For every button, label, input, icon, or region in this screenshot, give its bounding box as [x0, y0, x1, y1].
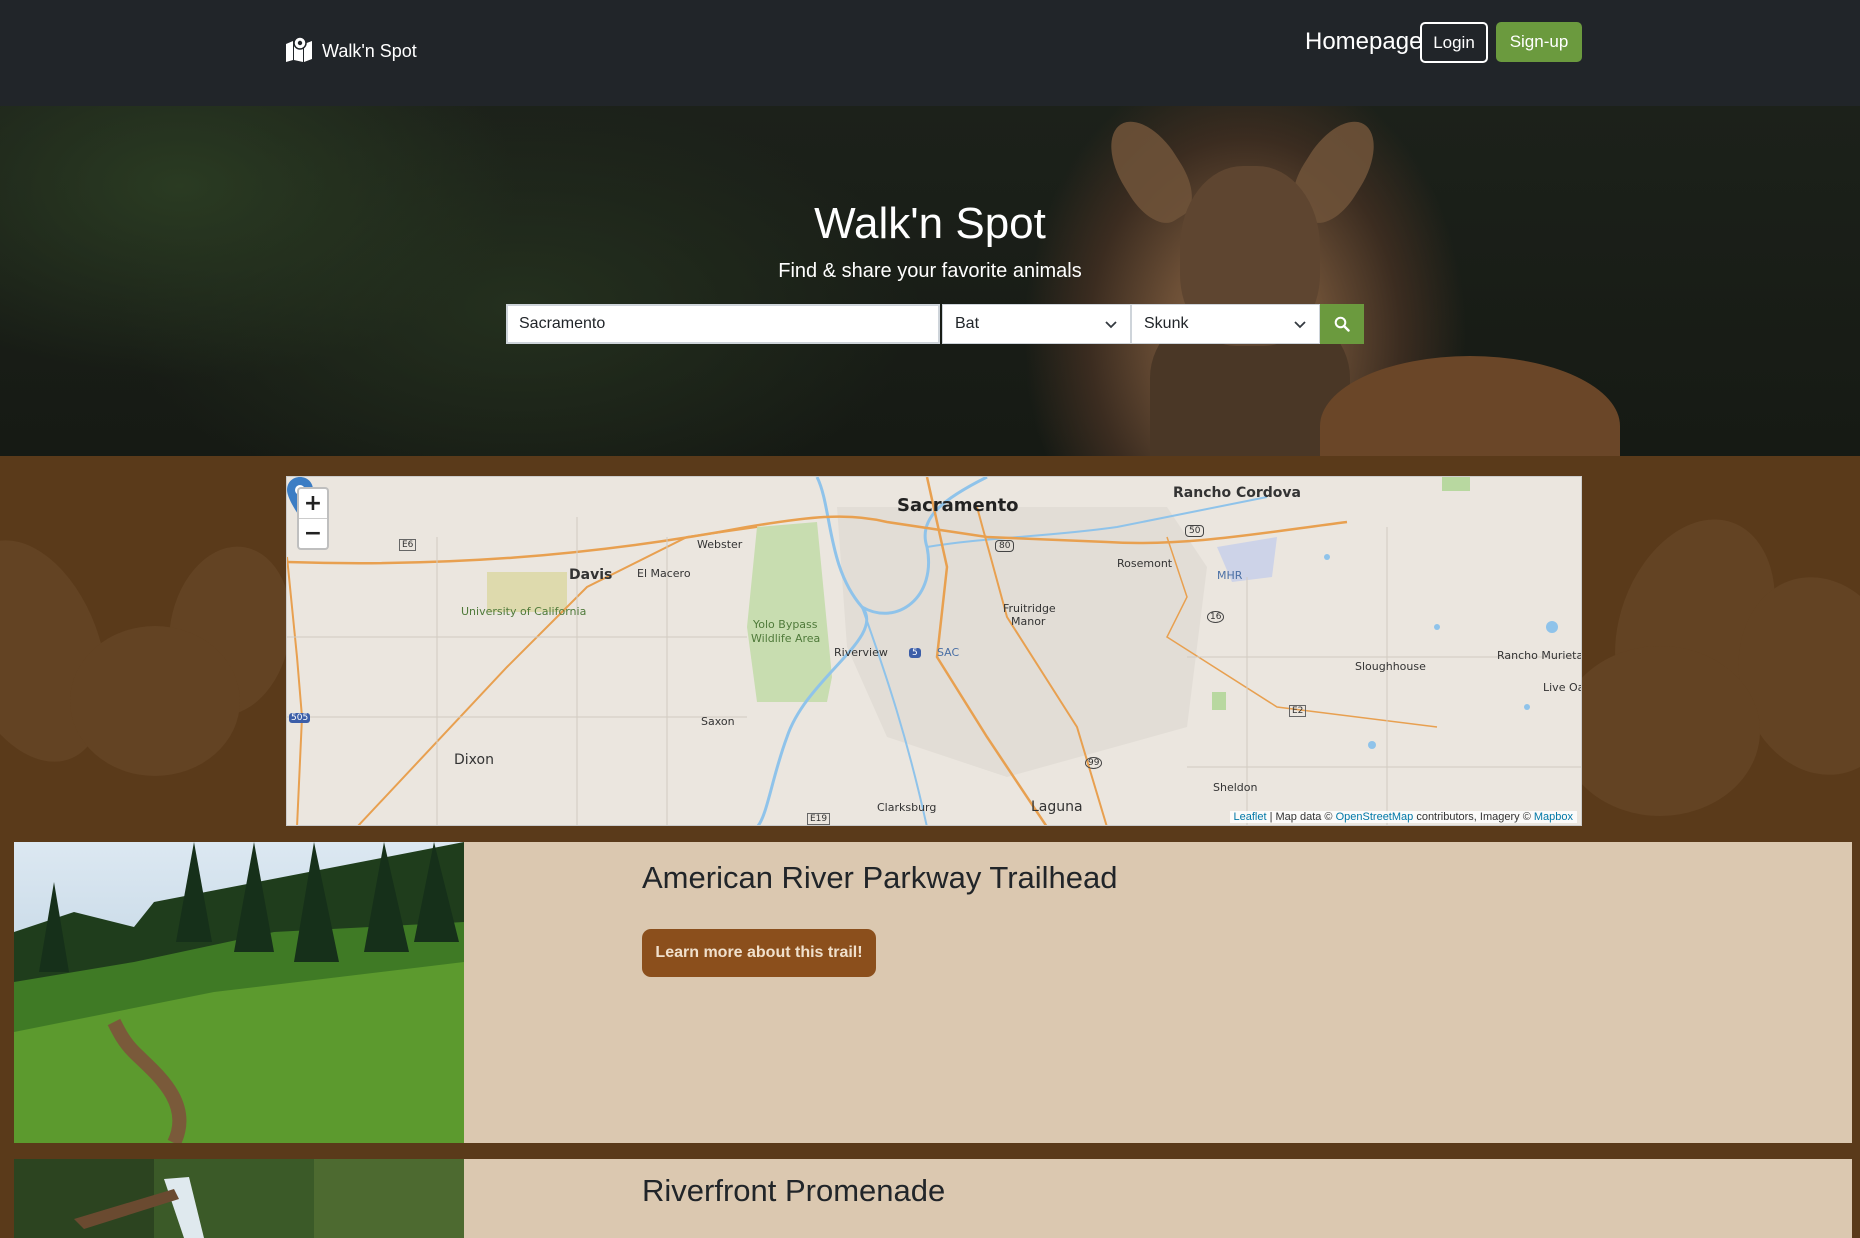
hero-subtitle: Find & share your favorite animals [778, 260, 1082, 282]
map-label-el-macero: El Macero [637, 567, 691, 580]
trail-name: Riverfront Promenade [642, 1173, 946, 1208]
nav-homepage-link[interactable]: Homepage [1305, 28, 1422, 56]
trail-image [14, 842, 464, 1143]
animal-select-1[interactable]: Bat [942, 304, 1131, 344]
animal-select-2-value: Skunk [1144, 315, 1189, 332]
map-label-live-oak: Live Oak [1543, 681, 1581, 694]
hero-banner: Walk'n Spot Find & share your favorite a… [0, 106, 1860, 456]
search-icon [1334, 316, 1350, 332]
map-label-saxon: Saxon [701, 715, 735, 728]
map-label-sheldon: Sheldon [1213, 781, 1258, 794]
trail-image [14, 1159, 464, 1238]
brand-link[interactable]: Walk'n Spot [284, 36, 417, 67]
deer-back-shape [1320, 356, 1620, 456]
trail-card: Riverfront Promenade [14, 1159, 1852, 1238]
map-label-fruitridge-2: Manor [1011, 615, 1046, 628]
map-label-dixon: Dixon [454, 752, 494, 768]
map-label-laguna: Laguna [1031, 799, 1083, 815]
paw-print-decoration [70, 626, 240, 776]
map-label-webster: Webster [697, 538, 743, 551]
trail-map[interactable]: + − Sacramento Rancho Cordova Davis El M… [286, 476, 1582, 826]
animal-select-2[interactable]: Skunk [1131, 304, 1320, 344]
map-attribution: Leaflet | Map data © OpenStreetMap contr… [1229, 811, 1577, 823]
navbar: Walk'n Spot Homepage Login Sign-up [0, 0, 1860, 106]
zoom-in-button[interactable]: + [299, 489, 327, 518]
mapbox-link[interactable]: Mapbox [1534, 811, 1573, 823]
signup-button[interactable]: Sign-up [1496, 22, 1582, 62]
map-route-e2: E2 [1289, 705, 1307, 717]
login-button[interactable]: Login [1420, 22, 1488, 63]
map-tiles [287, 477, 1581, 825]
map-route-e19: E19 [807, 813, 831, 825]
paw-print-decoration [1560, 646, 1760, 816]
animal-select-1-value: Bat [955, 315, 980, 332]
openstreetmap-link[interactable]: OpenStreetMap [1336, 811, 1414, 823]
map-route-80: 80 [995, 540, 1015, 552]
map-label-fruitridge-1: Fruitridge [1003, 602, 1056, 615]
map-zoom-control: + − [297, 487, 329, 550]
map-label-rosemont: Rosemont [1117, 557, 1173, 570]
location-search-input[interactable]: Sacramento [506, 304, 940, 344]
brand-text: Walk'n Spot [322, 41, 417, 61]
map-label-sloughhouse: Sloughhouse [1355, 660, 1426, 673]
attribution-text-2: contributors, Imagery © [1413, 811, 1534, 823]
map-pin-icon [284, 36, 314, 67]
map-label-sac: SAC [937, 646, 960, 659]
leaflet-link[interactable]: Leaflet [1234, 811, 1267, 823]
map-label-davis: Davis [569, 567, 613, 583]
map-label-clarksburg: Clarksburg [877, 801, 937, 814]
chevron-down-icon [1105, 321, 1117, 329]
map-route-50: 50 [1185, 525, 1205, 537]
learn-more-button[interactable]: Learn more about this trail! [642, 929, 876, 977]
search-form: Sacramento Bat Skunk [506, 304, 1364, 344]
map-label-rancho-cordova: Rancho Cordova [1173, 485, 1301, 501]
map-label-yolo-2: Wildlife Area [751, 632, 821, 645]
map-label-uc: University of California [461, 605, 587, 618]
zoom-out-button[interactable]: − [299, 519, 327, 548]
map-route-5: 5 [909, 648, 921, 658]
map-route-e6: E6 [399, 539, 417, 551]
map-label-riverview: Riverview [834, 646, 888, 659]
map-label-mhr: MHR [1217, 569, 1243, 582]
map-label-sacramento: Sacramento [897, 495, 1019, 516]
attribution-text-1: | Map data © [1266, 811, 1336, 823]
map-label-yolo-1: Yolo Bypass [753, 618, 818, 631]
map-route-505: 505 [289, 713, 311, 723]
trail-name: American River Parkway Trailhead [642, 860, 1118, 895]
map-label-rancho-murieta: Rancho Murieta [1497, 649, 1582, 662]
chevron-down-icon [1294, 321, 1306, 329]
search-button[interactable] [1320, 304, 1364, 344]
trail-card: American River Parkway Trailhead Learn m… [14, 842, 1852, 1143]
hero-title: Walk'n Spot [814, 199, 1046, 248]
